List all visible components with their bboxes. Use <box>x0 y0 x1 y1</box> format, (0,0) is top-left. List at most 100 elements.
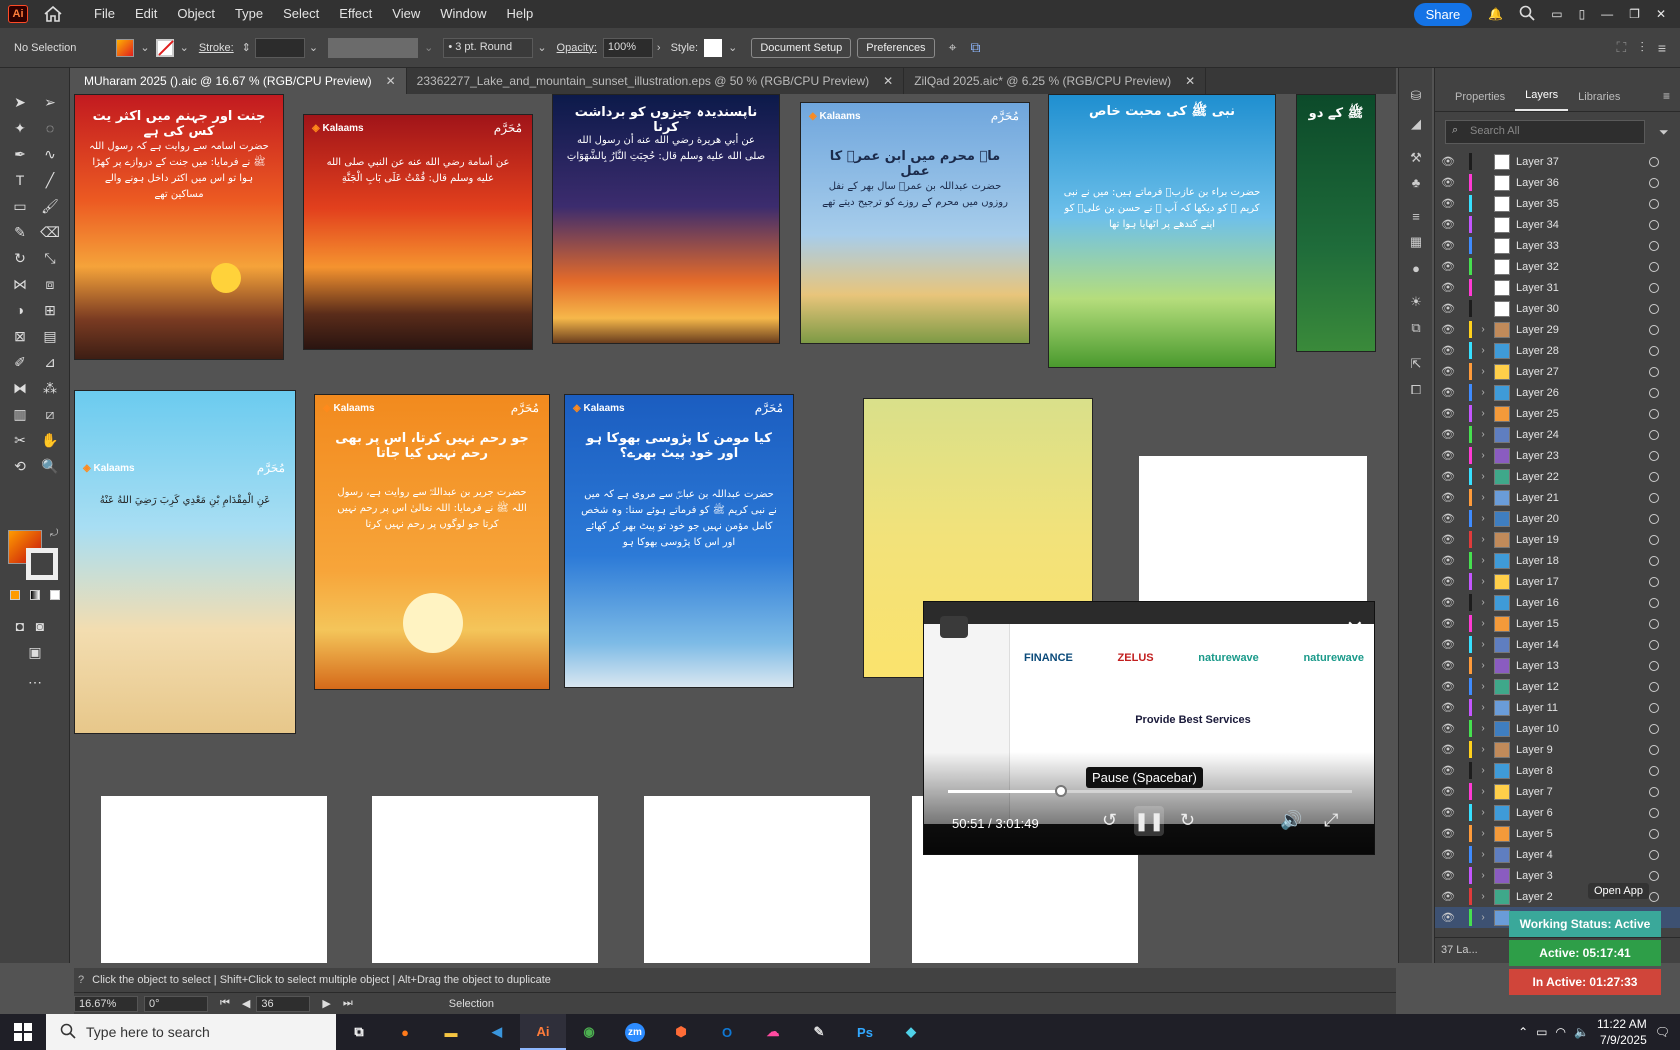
none-mode-icon[interactable] <box>50 590 60 600</box>
taskbar-search[interactable]: Type here to search <box>46 1014 336 1050</box>
menu-help[interactable]: Help <box>496 0 543 28</box>
symbols-icon[interactable]: ♣ <box>1407 174 1425 190</box>
visibility-eye-icon[interactable]: 👁 <box>1435 764 1461 777</box>
visibility-eye-icon[interactable]: 👁 <box>1435 680 1461 693</box>
chrome-icon[interactable]: ◉ <box>566 1014 612 1050</box>
pause-icon[interactable]: ❚❚ <box>1134 806 1164 836</box>
network-icon[interactable]: ▭ <box>1536 1025 1547 1039</box>
visibility-eye-icon[interactable]: 👁 <box>1435 659 1461 672</box>
visibility-eye-icon[interactable]: 👁 <box>1435 260 1461 273</box>
layer-row[interactable]: 👁 Layer 32 <box>1435 256 1680 277</box>
brush-panel-icon[interactable]: ⚒ <box>1407 150 1425 166</box>
visibility-eye-icon[interactable]: 👁 <box>1435 239 1461 252</box>
opacity-input[interactable]: 100% <box>602 37 653 58</box>
symbol-sprayer-icon[interactable]: ⁂ <box>40 378 60 398</box>
help-icon[interactable]: ? <box>78 974 84 986</box>
appearance-icon[interactable]: ⛁ <box>1407 88 1425 104</box>
shaper-tool-icon[interactable]: ✎ <box>10 222 30 242</box>
scale-tool-icon[interactable]: ⤡ <box>40 248 60 268</box>
tab-zilqad[interactable]: ZilQad 2025.aic* @ 6.25 % (RGB/CPU Previ… <box>904 68 1207 94</box>
layer-row[interactable]: 👁 › Layer 6 <box>1435 802 1680 823</box>
target-circle-icon[interactable] <box>1649 240 1659 251</box>
style-swatch[interactable] <box>704 38 723 57</box>
visibility-eye-icon[interactable]: 👁 <box>1435 197 1461 210</box>
layer-name[interactable]: Layer 22 <box>1516 471 1649 483</box>
layer-row[interactable]: 👁 › Layer 26 <box>1435 382 1680 403</box>
search-icon[interactable] <box>1519 5 1535 24</box>
slice-tool-icon[interactable]: ✂ <box>10 430 30 450</box>
screen-mode-icon[interactable]: ▣ <box>25 642 45 662</box>
layer-name[interactable]: Layer 15 <box>1516 618 1649 630</box>
target-circle-icon[interactable] <box>1649 681 1659 692</box>
chevron-down-icon[interactable]: ⌄ <box>728 41 737 54</box>
bell-icon[interactable]: 🔔 <box>1488 7 1503 21</box>
layer-row[interactable]: 👁 › Layer 4 <box>1435 844 1680 865</box>
graph-tool-icon[interactable]: ▥ <box>10 404 30 424</box>
illustrator-taskbar-icon[interactable]: Ai <box>520 1014 566 1050</box>
curvature-tool-icon[interactable]: ∿ <box>40 144 60 164</box>
layer-row[interactable]: 👁 › Layer 14 <box>1435 634 1680 655</box>
gradient-tool-icon[interactable]: ▤ <box>40 326 60 346</box>
layer-name[interactable]: Layer 31 <box>1516 282 1649 294</box>
layer-name[interactable]: Layer 30 <box>1516 303 1649 315</box>
layer-name[interactable]: Layer 5 <box>1516 828 1649 840</box>
layer-name[interactable]: Layer 24 <box>1516 429 1649 441</box>
menu-icon[interactable]: ≡ <box>1658 40 1666 56</box>
target-circle-icon[interactable] <box>1649 534 1659 545</box>
layer-row[interactable]: 👁 Layer 35 <box>1435 193 1680 214</box>
target-circle-icon[interactable] <box>1649 618 1659 629</box>
layer-row[interactable]: 👁 Layer 33 <box>1435 235 1680 256</box>
gradient-panel-icon[interactable]: ▦ <box>1407 234 1425 250</box>
stroke-color-swatch[interactable] <box>26 548 58 580</box>
layer-name[interactable]: Layer 7 <box>1516 786 1649 798</box>
target-circle-icon[interactable] <box>1649 345 1659 356</box>
artboard-blank[interactable] <box>372 796 598 963</box>
opacity-label[interactable]: Opacity: <box>557 42 597 54</box>
menu-object[interactable]: Object <box>167 0 225 28</box>
visibility-eye-icon[interactable]: 👁 <box>1435 638 1461 651</box>
visibility-eye-icon[interactable]: 👁 <box>1435 848 1461 861</box>
expand-chevron-icon[interactable]: › <box>1472 576 1494 587</box>
close-icon[interactable]: ✕ <box>883 74 893 88</box>
postman-icon[interactable]: ⬢ <box>658 1014 704 1050</box>
expand-chevron-icon[interactable]: › <box>1472 849 1494 860</box>
draw-behind-icon[interactable]: ◙ <box>30 616 50 636</box>
stroke-swatch[interactable] <box>155 38 174 57</box>
export-icon[interactable]: ⇱ <box>1407 356 1425 372</box>
first-artboard-icon[interactable]: ⏮ <box>220 997 230 1010</box>
expand-chevron-icon[interactable]: › <box>1472 534 1494 545</box>
expand-chevron-icon[interactable]: › <box>1472 408 1494 419</box>
layer-name[interactable]: Layer 9 <box>1516 744 1649 756</box>
visibility-eye-icon[interactable]: 👁 <box>1435 470 1461 483</box>
close-icon[interactable]: ✕ <box>1185 74 1195 88</box>
target-circle-icon[interactable] <box>1649 849 1659 860</box>
minimize-icon[interactable]: — <box>1601 7 1613 21</box>
artboard-tool-icon[interactable]: ⧄ <box>40 404 60 424</box>
target-circle-icon[interactable] <box>1649 366 1659 377</box>
target-circle-icon[interactable] <box>1649 156 1659 167</box>
artboard-muharram-1[interactable]: جنت اور جہنم میں اکثر یت کس کی ہے حضرت ا… <box>74 94 284 360</box>
layer-row[interactable]: 👁 › Layer 16 <box>1435 592 1680 613</box>
expand-chevron-icon[interactable]: › <box>1472 471 1494 482</box>
graphic-styles-icon[interactable]: ☀ <box>1407 294 1425 310</box>
visibility-eye-icon[interactable]: 👁 <box>1435 554 1461 567</box>
artboard-number[interactable]: 36 <box>256 995 311 1012</box>
target-circle-icon[interactable] <box>1649 660 1659 671</box>
target-circle-icon[interactable] <box>1649 492 1659 503</box>
expand-chevron-icon[interactable]: › <box>1472 618 1494 629</box>
last-artboard-icon[interactable]: ⏭ <box>343 997 353 1010</box>
artboard-muharram-4[interactable]: Kalaams مُحَرَّم ماہ محرم میں ابن عمرؓ ک… <box>800 102 1030 344</box>
layer-row[interactable]: 👁 › Layer 10 <box>1435 718 1680 739</box>
restore-icon[interactable]: ❐ <box>1629 7 1640 21</box>
layer-name[interactable]: Layer 14 <box>1516 639 1649 651</box>
panel-menu-icon[interactable]: ≡ <box>1653 81 1680 111</box>
links-icon[interactable]: ⧠ <box>1407 382 1425 398</box>
layer-row[interactable]: 👁 › Layer 15 <box>1435 613 1680 634</box>
target-circle-icon[interactable] <box>1649 639 1659 650</box>
expand-chevron-icon[interactable]: › <box>1472 765 1494 776</box>
visibility-eye-icon[interactable]: 👁 <box>1435 827 1461 840</box>
layer-name[interactable]: Layer 6 <box>1516 807 1649 819</box>
visibility-eye-icon[interactable]: 👁 <box>1435 386 1461 399</box>
visibility-eye-icon[interactable]: 👁 <box>1435 176 1461 189</box>
visibility-eye-icon[interactable]: 👁 <box>1435 785 1461 798</box>
